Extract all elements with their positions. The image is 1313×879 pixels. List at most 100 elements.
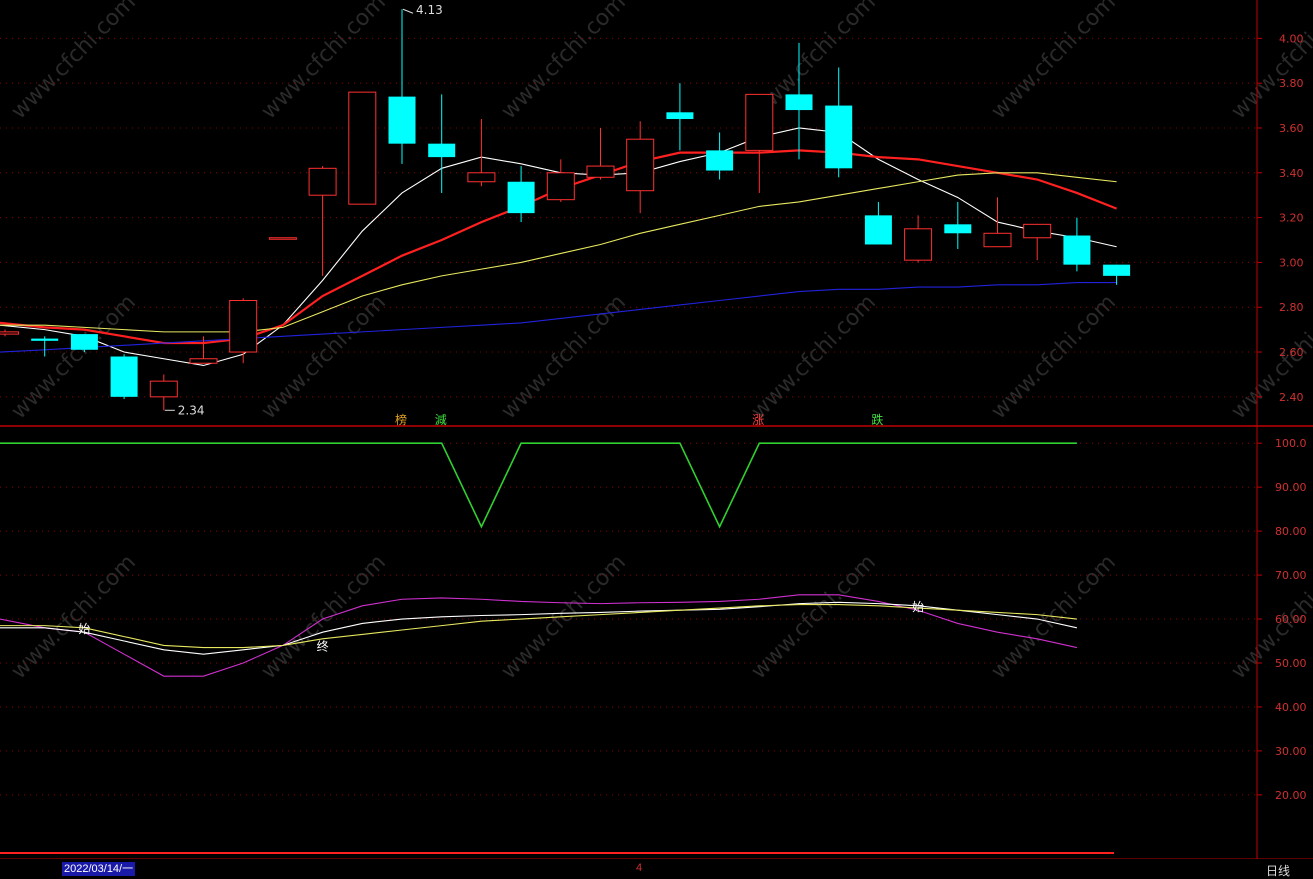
candle-body (268, 237, 297, 240)
candle[interactable] (864, 201, 892, 245)
candle[interactable] (229, 298, 258, 364)
watermark-text: www.cfchi.com (987, 290, 1121, 424)
price-tick-label: 4.00 (1279, 32, 1304, 45)
candle[interactable] (467, 119, 496, 187)
candle[interactable] (268, 237, 297, 240)
candle[interactable] (546, 159, 575, 202)
price-tick-label: 3.20 (1279, 212, 1304, 225)
watermark-text: www.cfchi.com (1227, 0, 1313, 124)
candle-body (1023, 223, 1052, 239)
candle[interactable] (388, 9, 416, 164)
candle[interactable] (348, 91, 377, 205)
indicator-tick-label: 60.00 (1275, 613, 1307, 626)
candle-body (189, 358, 218, 364)
candle-body (944, 224, 972, 234)
candle-body (586, 165, 615, 178)
candle-body (745, 93, 774, 151)
moving-average-lines (0, 127, 1118, 367)
cursor-mark: 4 (636, 862, 643, 874)
candle-body (546, 172, 575, 201)
stock-chart[interactable]: www.cfchi.com www.cfchi.com www.cfchi.com w… (0, 0, 1313, 877)
indicator-tick-label: 30.00 (1275, 745, 1307, 758)
watermark-text: www.cfchi.com (747, 290, 881, 424)
candle[interactable] (149, 374, 178, 411)
candle[interactable] (666, 83, 694, 151)
price-tick-label: 3.40 (1279, 167, 1304, 180)
status-bar (0, 859, 1313, 877)
candle[interactable] (983, 197, 1012, 248)
watermark-text: www.cfchi.com (987, 550, 1121, 684)
candle-body (467, 172, 496, 183)
candle[interactable] (904, 215, 933, 263)
price-tick-label: 3.00 (1279, 256, 1304, 269)
moving-average-line (0, 282, 1117, 353)
candle[interactable] (586, 127, 615, 180)
candle-body (904, 228, 933, 261)
candle-body (785, 94, 813, 111)
price-tick-label: 2.80 (1279, 301, 1304, 314)
candle[interactable] (825, 67, 853, 178)
indicator-tick-label: 70.00 (1275, 569, 1307, 582)
price-tick-label: 3.60 (1279, 122, 1304, 135)
watermark-text: www.cfchi.com (497, 0, 631, 124)
candle-body (149, 380, 178, 398)
candle-body (229, 299, 258, 353)
watermark-text: www.cfchi.com (7, 0, 141, 124)
candle-body (507, 181, 535, 214)
candle[interactable] (428, 94, 456, 193)
candle-body (1063, 235, 1091, 265)
candle[interactable] (507, 166, 535, 223)
price-tick-label: 2.40 (1279, 391, 1304, 404)
candle-body (31, 338, 59, 341)
date-cursor-label: 2022/03/14/一 (62, 862, 136, 876)
candle-body (348, 91, 377, 205)
candle-body (626, 138, 655, 192)
candle-body (0, 331, 19, 335)
candle[interactable] (1103, 264, 1131, 285)
candle-body (864, 215, 892, 245)
candle-body (308, 167, 337, 196)
candle[interactable] (745, 93, 774, 193)
price-tick-label: 3.80 (1279, 77, 1304, 90)
indicator-tick-label: 100.0 (1275, 437, 1307, 450)
candle[interactable] (706, 132, 734, 180)
candle-body (666, 112, 694, 120)
watermark-text: www.cfchi.com (747, 550, 881, 684)
signal-marker: 榜 (395, 412, 407, 427)
watermark-text: www.cfchi.com (497, 290, 631, 424)
candle[interactable] (626, 121, 655, 214)
watermark-text: www.cfchi.com (987, 0, 1121, 124)
indicator-tick-label: 50.00 (1275, 657, 1307, 670)
candle-body (825, 105, 853, 169)
indicator-tick-label: 20.00 (1275, 789, 1307, 802)
signal-marker: 跌 (871, 412, 883, 427)
candle[interactable] (31, 336, 59, 357)
price-tick-label: 2.60 (1279, 346, 1304, 359)
watermark-text: www.cfchi.com (257, 550, 391, 684)
candle-body (388, 96, 416, 144)
candle[interactable] (308, 166, 337, 276)
right-axis: 4.00 3.80 3.60 3.40 3.20 3.00 2.80 2.60 2.40 100.… (0, 0, 1313, 877)
period-selector[interactable]: 日线 (1266, 862, 1290, 879)
candle[interactable] (1063, 217, 1091, 272)
indicator-tick-label: 40.00 (1275, 701, 1307, 714)
candle[interactable] (70, 334, 98, 353)
indicator-tick-label: 80.00 (1275, 525, 1307, 538)
indicator-tick-label: 90.00 (1275, 481, 1307, 494)
candle[interactable] (944, 201, 972, 249)
signal-markers: 榜減涨跌 (395, 412, 883, 427)
indicator-mark: 终 (317, 638, 329, 653)
low-price-label: 2.34 (178, 403, 205, 417)
candle[interactable] (1023, 223, 1052, 261)
indicator-mark: 始 (912, 600, 924, 614)
signal-marker: 減 (435, 412, 447, 427)
candle[interactable] (110, 354, 138, 400)
signal-marker: 涨 (752, 412, 764, 427)
high-label-pointer (402, 8, 414, 14)
candle-body (428, 143, 456, 158)
candle-body (983, 232, 1012, 248)
candle[interactable] (0, 329, 19, 337)
watermark-text: www.cfchi.com (257, 290, 391, 424)
candle-body (70, 334, 98, 350)
candle-body (706, 150, 734, 171)
